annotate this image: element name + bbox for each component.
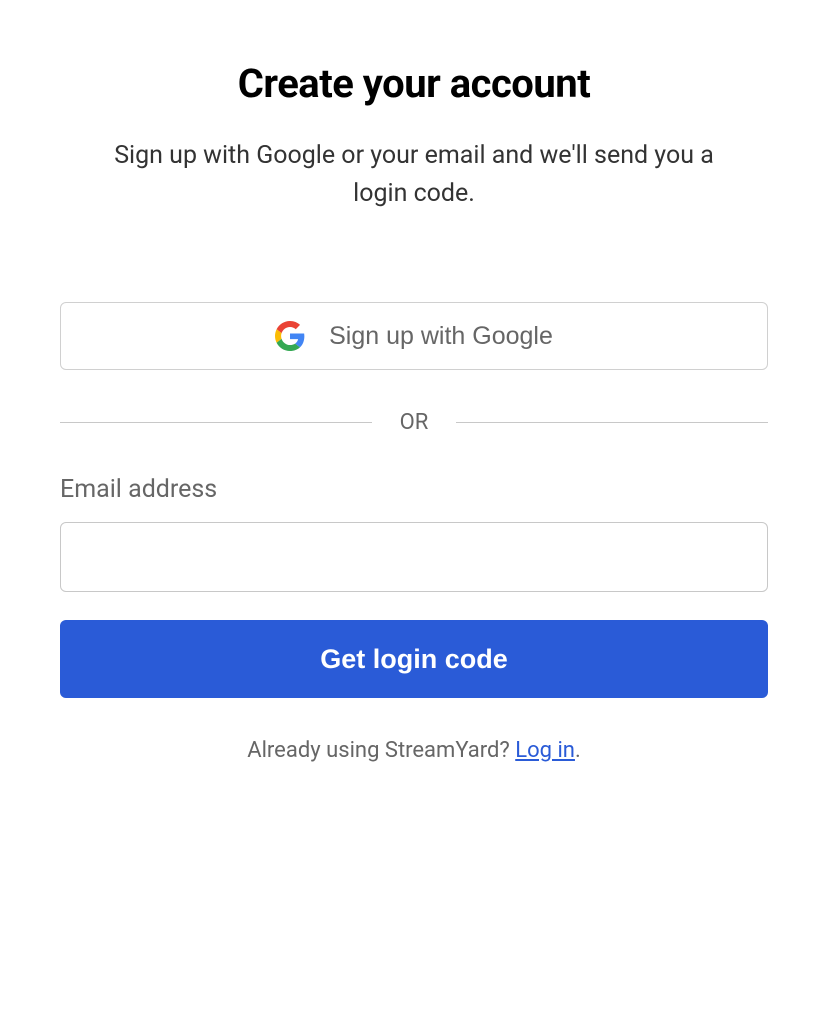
divider-text: OR	[372, 410, 457, 435]
signup-with-google-button[interactable]: Sign up with Google	[60, 302, 768, 370]
divider-line-right	[456, 422, 768, 423]
footer-text: Already using StreamYard? Log in.	[247, 738, 581, 763]
page-heading: Create your account	[238, 60, 590, 107]
google-button-label: Sign up with Google	[329, 322, 553, 351]
divider: OR	[60, 410, 768, 435]
google-icon	[275, 321, 305, 351]
signup-form-container: Create your account Sign up with Google …	[60, 60, 768, 763]
footer-prompt: Already using StreamYard?	[247, 738, 515, 763]
footer-period: .	[575, 738, 581, 763]
page-subheading: Sign up with Google or your email and we…	[89, 137, 739, 212]
email-label: Email address	[60, 475, 768, 504]
divider-line-left	[60, 422, 372, 423]
email-input[interactable]	[60, 522, 768, 592]
get-login-code-button[interactable]: Get login code	[60, 620, 768, 698]
login-link[interactable]: Log in	[515, 738, 575, 763]
